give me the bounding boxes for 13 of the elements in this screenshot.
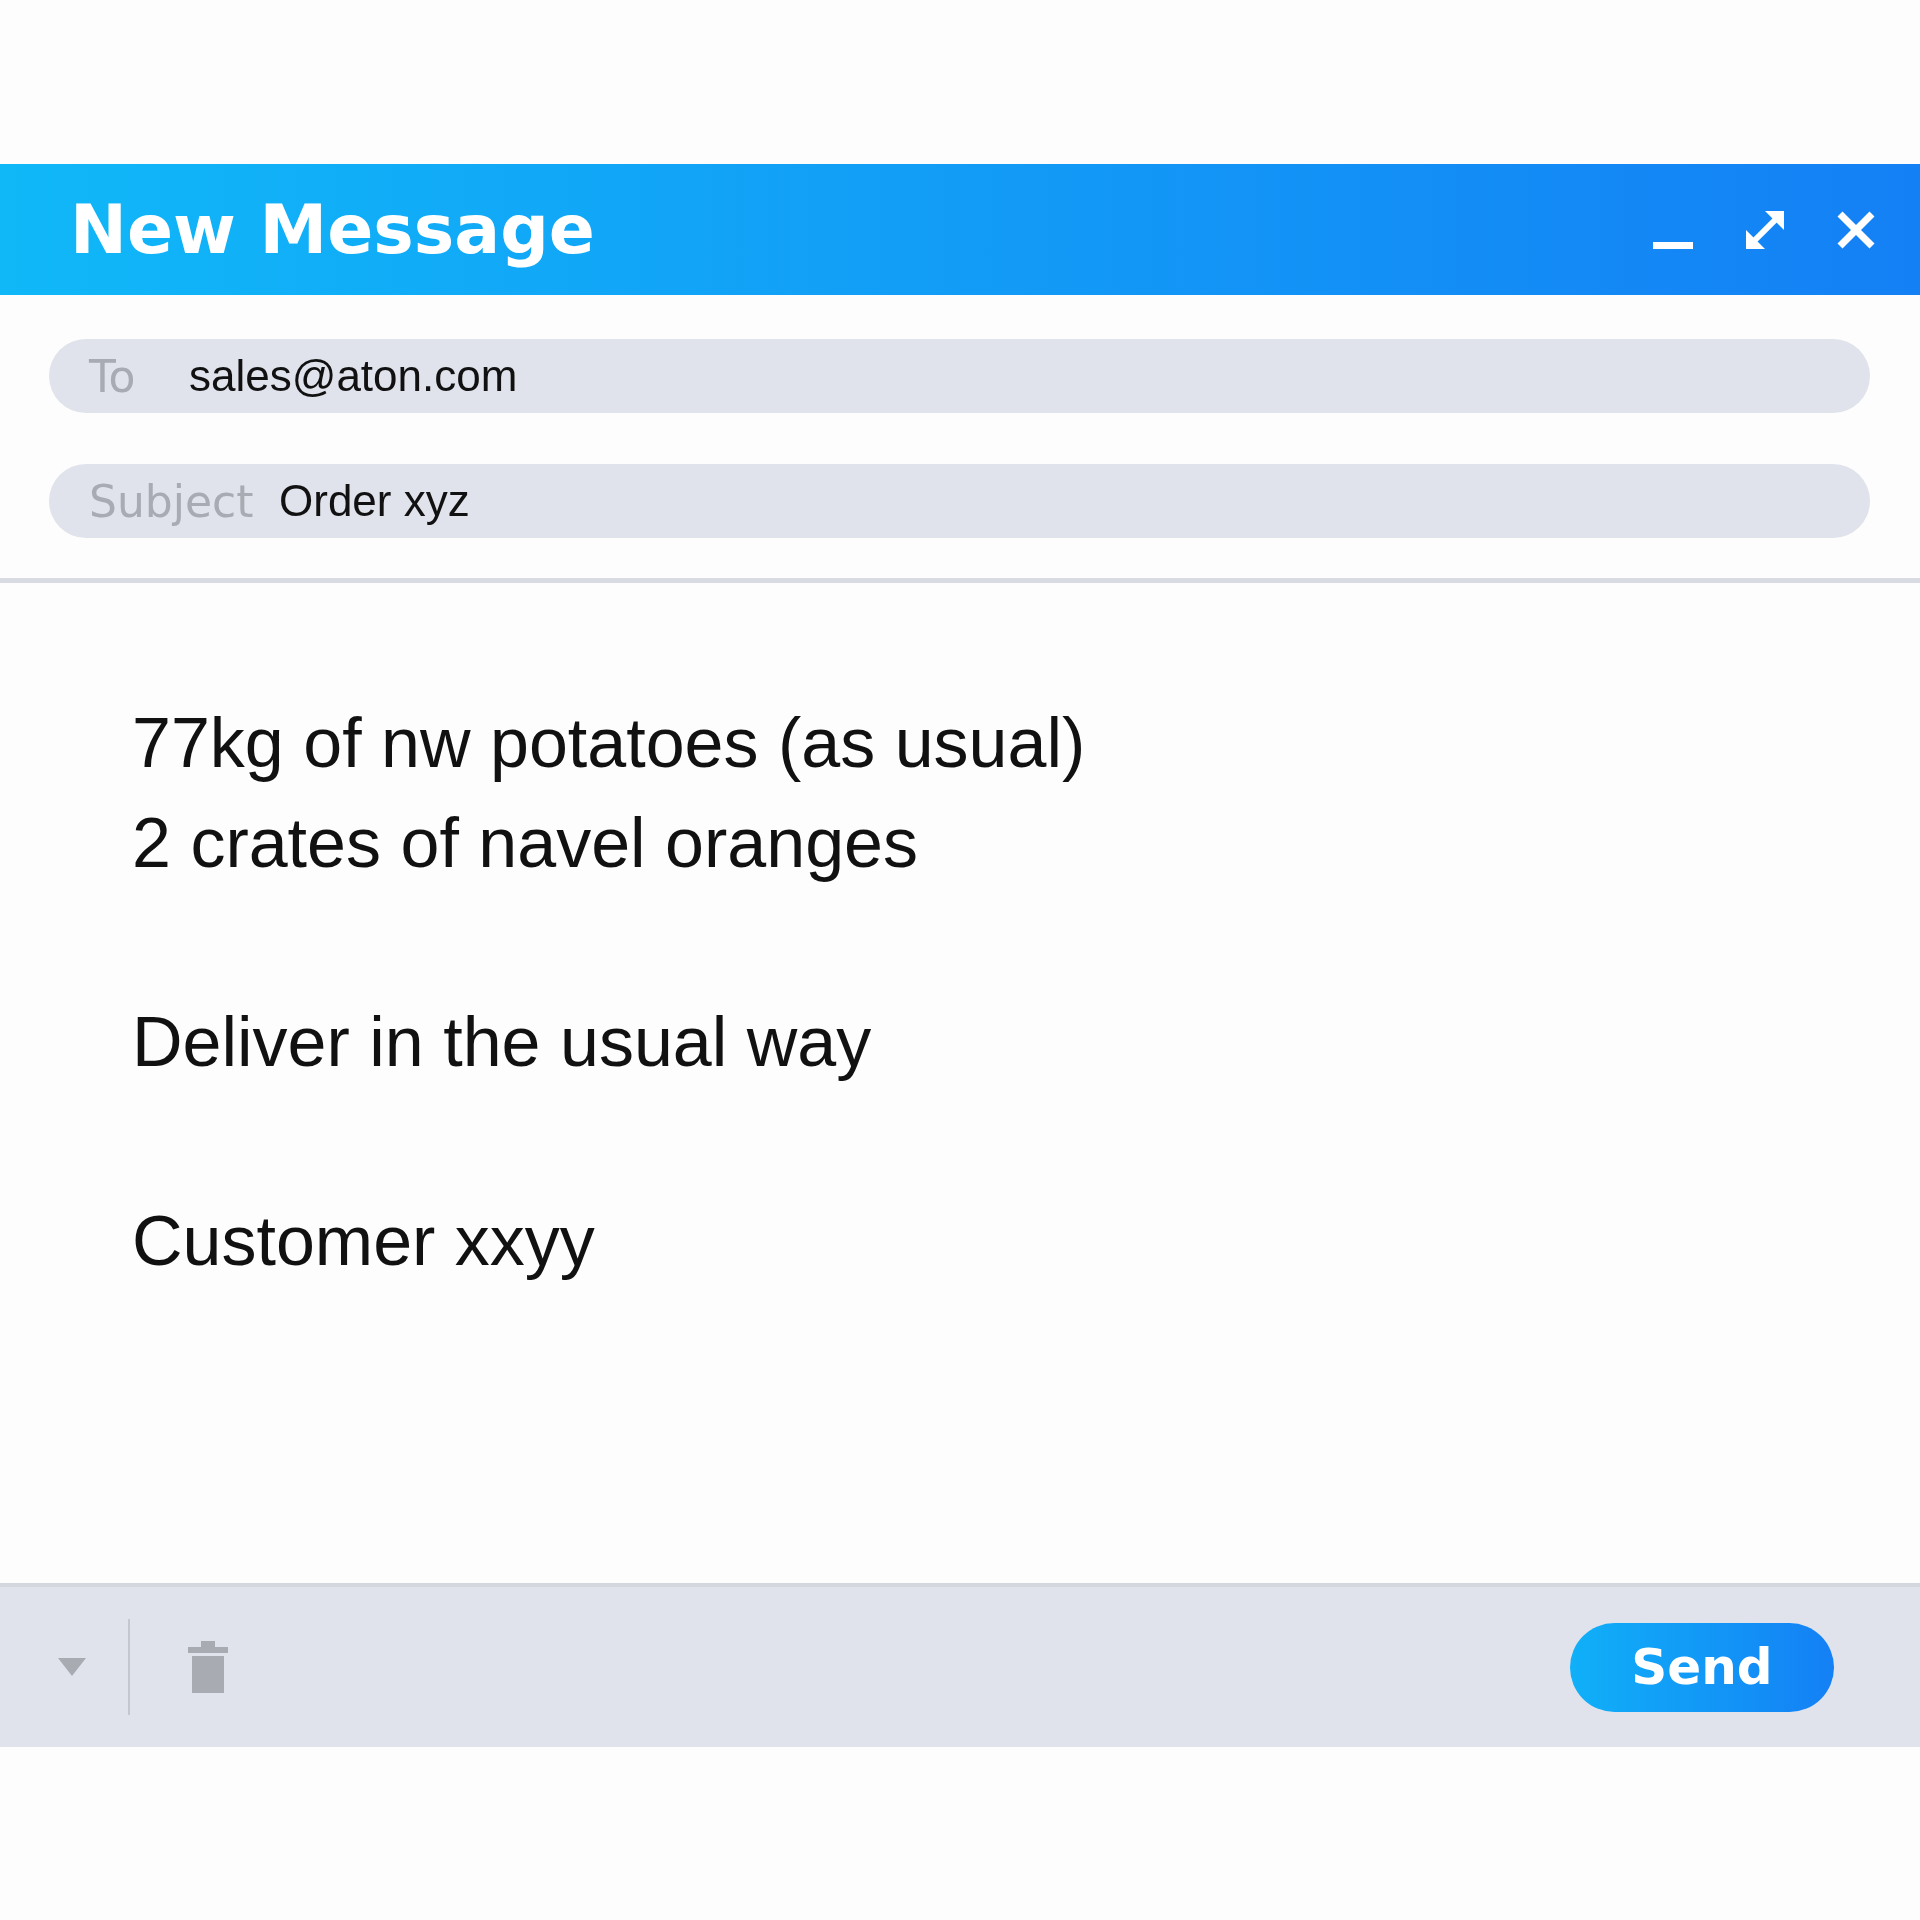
message-line: 77kg of nw potatoes (as usual) bbox=[132, 703, 1087, 784]
message-line: 2 crates of navel oranges bbox=[132, 803, 920, 884]
subject-field[interactable]: Subject Order xyz bbox=[49, 464, 1870, 538]
window-title: New Message bbox=[70, 190, 596, 269]
field-value: sales@aton.com bbox=[189, 351, 518, 401]
message-line: Deliver in the usual way bbox=[132, 1002, 873, 1083]
minimize-icon[interactable] bbox=[1653, 239, 1693, 250]
message-line: Customer xxyy bbox=[132, 1201, 596, 1282]
field-value: Order xyz bbox=[279, 476, 470, 526]
close-icon[interactable] bbox=[1837, 210, 1875, 249]
recipient-field[interactable]: To sales@aton.com bbox=[49, 339, 1870, 413]
field-label: Subject bbox=[89, 475, 255, 527]
field-label: To bbox=[89, 350, 137, 402]
